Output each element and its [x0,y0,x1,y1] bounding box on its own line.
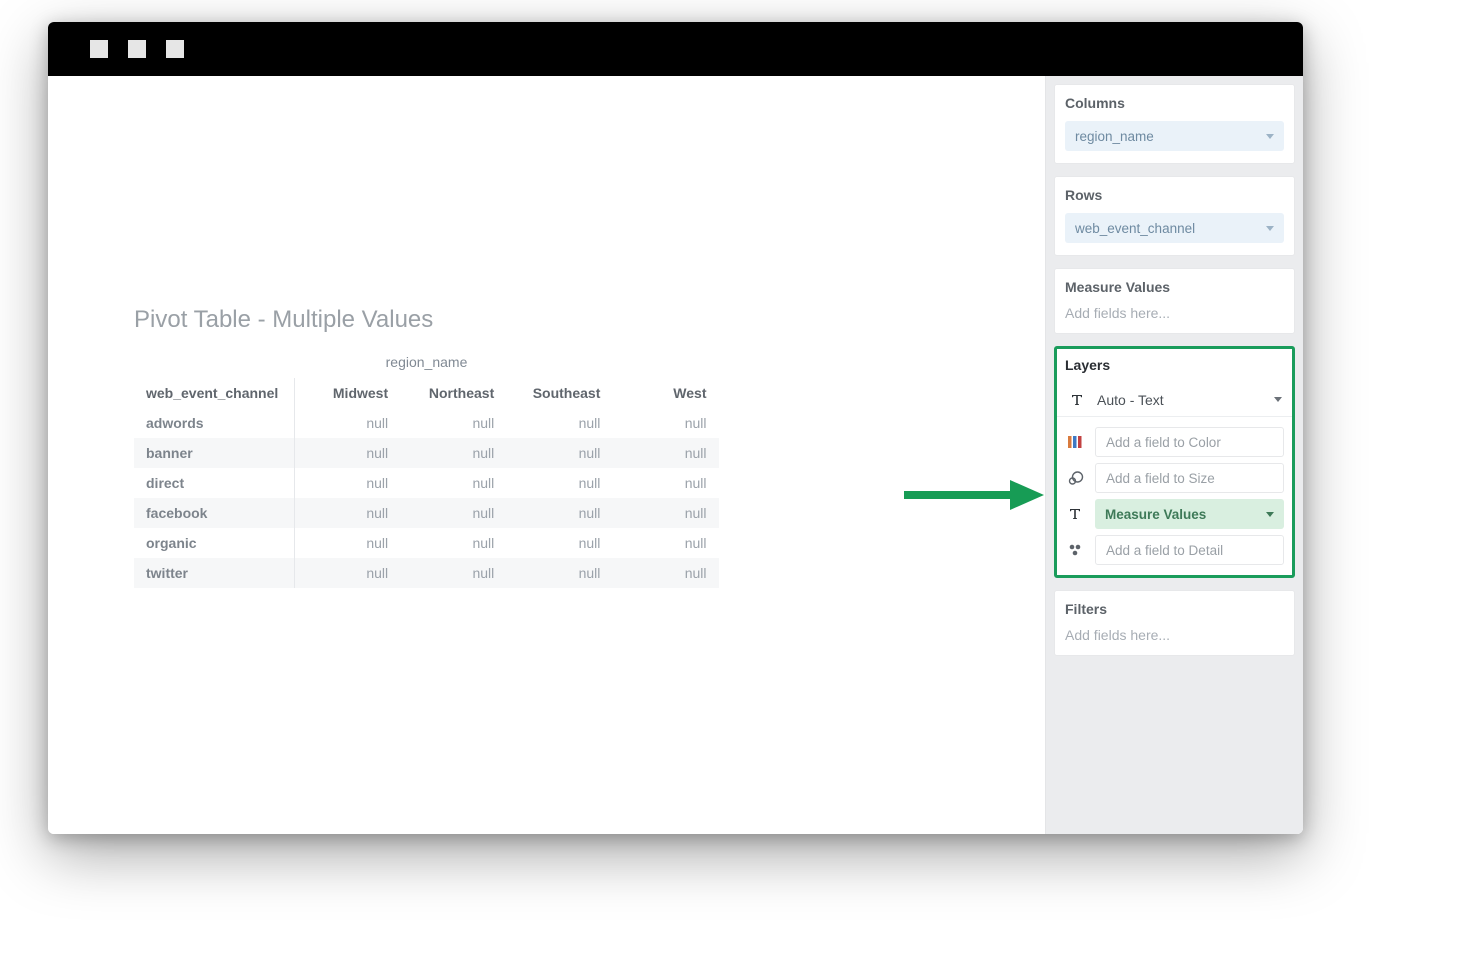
cell-value: null [294,528,400,558]
panel-title: Columns [1065,95,1284,111]
placeholder-text: Add a field to Detail [1106,543,1223,558]
caret-down-icon [1266,512,1274,517]
row-label: organic [134,528,294,558]
table-row: adwordsnullnullnullnull [134,408,719,438]
titlebar-control[interactable] [166,40,184,58]
measure-values-dropzone[interactable]: Add fields here... [1065,305,1284,321]
cell-value: null [400,528,506,558]
cell-value: null [294,468,400,498]
detail-field-dropzone[interactable]: Add a field to Detail [1095,535,1284,565]
pivot-col-header: West [612,378,718,408]
app-window: Pivot Table - Multiple Values region_nam… [48,22,1303,834]
cell-value: null [294,558,400,588]
cell-value: null [506,408,612,438]
placeholder-text: Add a field to Color [1106,435,1221,450]
cell-value: null [612,498,718,528]
layer-type-selector[interactable]: Auto - Text [1057,383,1292,417]
layer-type-label: Auto - Text [1097,392,1164,408]
cell-value: null [612,558,718,588]
chart-title: Pivot Table - Multiple Values [134,306,433,334]
cell-value: null [294,408,400,438]
cell-value: null [506,498,612,528]
caret-down-icon [1274,397,1282,402]
pivot-col-header: Midwest [294,378,400,408]
placeholder-text: Add a field to Size [1106,471,1215,486]
row-label: direct [134,468,294,498]
pivot-row-header: web_event_channel [134,378,294,408]
config-sidebar: Columns region_name Rows web_event_chann… [1045,76,1303,834]
table-row: twitternullnullnullnull [134,558,719,588]
row-label: adwords [134,408,294,438]
cell-value: null [612,408,718,438]
panel-title: Measure Values [1065,279,1284,295]
rows-panel: Rows web_event_channel [1054,176,1295,256]
pivot-col-header: Southeast [506,378,612,408]
pivot-col-header: Northeast [400,378,506,408]
cell-value: null [506,438,612,468]
panel-title: Filters [1065,601,1284,617]
field-label: region_name [1075,129,1154,144]
layers-panel: Layers Auto - Text [1054,346,1295,578]
field-label: Measure Values [1105,507,1206,522]
columns-panel: Columns region_name [1054,84,1295,164]
window-titlebar [48,22,1303,76]
table-row: bannernullnullnullnull [134,438,719,468]
cell-value: null [612,468,718,498]
cell-value: null [612,528,718,558]
columns-field-pill[interactable]: region_name [1065,121,1284,151]
cell-value: null [294,498,400,528]
row-label: facebook [134,498,294,528]
table-row: facebooknullnullnullnull [134,498,719,528]
panel-title: Rows [1065,187,1284,203]
rows-field-pill[interactable]: web_event_channel [1065,213,1284,243]
caret-down-icon [1266,134,1274,139]
detail-icon [1065,540,1085,560]
cell-value: null [400,468,506,498]
pivot-table: region_name web_event_channel Midwest No… [134,344,719,588]
visualization-canvas: Pivot Table - Multiple Values region_nam… [48,76,1045,834]
row-label: banner [134,438,294,468]
pivot-column-group-header: region_name [134,344,719,378]
field-label: web_event_channel [1075,221,1195,236]
color-icon [1065,432,1085,452]
row-label: twitter [134,558,294,588]
cell-value: null [400,558,506,588]
panel-title: Layers [1065,357,1284,373]
cell-value: null [506,468,612,498]
size-icon [1065,468,1085,488]
cell-value: null [400,408,506,438]
caret-down-icon [1266,226,1274,231]
text-icon [1065,504,1085,524]
titlebar-control[interactable] [128,40,146,58]
measure-values-panel: Measure Values Add fields here... [1054,268,1295,334]
cell-value: null [612,438,718,468]
text-field-pill[interactable]: Measure Values [1095,499,1284,529]
size-field-dropzone[interactable]: Add a field to Size [1095,463,1284,493]
titlebar-control[interactable] [90,40,108,58]
cell-value: null [294,438,400,468]
text-type-icon [1067,390,1087,410]
cell-value: null [506,558,612,588]
filters-panel: Filters Add fields here... [1054,590,1295,656]
filters-dropzone[interactable]: Add fields here... [1065,627,1284,643]
color-field-dropzone[interactable]: Add a field to Color [1095,427,1284,457]
table-row: organicnullnullnullnull [134,528,719,558]
cell-value: null [400,438,506,468]
table-row: directnullnullnullnull [134,468,719,498]
cell-value: null [400,498,506,528]
content-area: Pivot Table - Multiple Values region_nam… [48,76,1303,834]
cell-value: null [506,528,612,558]
